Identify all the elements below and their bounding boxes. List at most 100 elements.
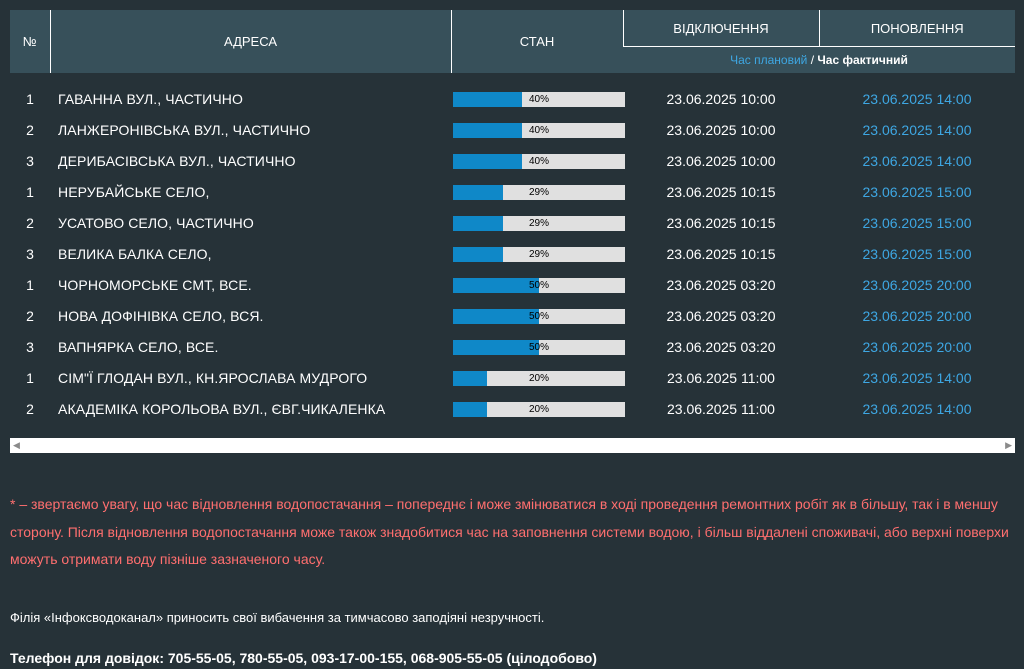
row-restore-time: 23.06.2025 20:00 xyxy=(862,338,972,355)
progress-label: 40% xyxy=(528,125,549,136)
row-number: 3 xyxy=(26,152,34,169)
row-restore-time: 23.06.2025 14:00 xyxy=(862,400,972,417)
table-row: 2 УСАТОВО СЕЛО, ЧАСТИЧНО 29% 23.06.2025 10:… xyxy=(10,207,1015,238)
table-row: 2 НОВА ДОФІНІВКА СЕЛО, ВСЯ. 50% 23.06.2025 … xyxy=(10,300,1015,331)
column-header-state: СТАН xyxy=(450,10,623,73)
row-state: 20% xyxy=(451,393,625,424)
row-restore-time: 23.06.2025 20:00 xyxy=(862,276,972,293)
row-address: ГАВАННА ВУЛ., ЧАСТИЧНО xyxy=(58,90,243,107)
row-outage-time: 23.06.2025 03:20 xyxy=(666,338,776,355)
progress-label: 20% xyxy=(528,373,549,384)
restoration-notice: * – звертаємо увагу, що час відновлення … xyxy=(10,496,1009,567)
row-outage-time: 23.06.2025 10:00 xyxy=(666,121,776,138)
progress-label: 50% xyxy=(528,280,549,291)
table-row: 3 ВЕЛИКА БАЛКА СЕЛО, 29% 23.06.2025 10:15 23… xyxy=(10,238,1015,269)
row-outage-time: 23.06.2025 11:00 xyxy=(667,400,775,417)
time-legend: Час плановий / Час фактичний xyxy=(623,46,1015,73)
row-state: 40% xyxy=(451,114,625,145)
row-restore-time: 23.06.2025 15:00 xyxy=(862,214,972,231)
table-header: № АДРЕСА СТАН ВІДКЛЮЧЕННЯ ПОНОВЛЕННЯ Час… xyxy=(10,10,1015,73)
row-state: 50% xyxy=(451,269,625,300)
legend-planned-time: Час плановий xyxy=(730,53,808,67)
row-number: 1 xyxy=(26,369,34,386)
progress-bar: 50% xyxy=(453,309,625,324)
column-header-num: № xyxy=(10,10,50,73)
row-address: ЛАНЖЕРОНІВСЬКА ВУЛ., ЧАСТИЧНО xyxy=(58,121,311,138)
row-address: АКАДЕМІКА КОРОЛЬОВА ВУЛ., ЄВГ.ЧИКАЛЕНКА xyxy=(58,400,386,417)
row-address: НЕРУБАЙСЬКЕ СЕЛО, xyxy=(58,183,210,200)
row-restore-time: 23.06.2025 14:00 xyxy=(862,90,972,107)
row-outage-time: 23.06.2025 03:20 xyxy=(666,276,776,293)
row-state: 29% xyxy=(451,176,625,207)
row-restore-time: 23.06.2025 14:00 xyxy=(862,369,972,386)
progress-label: 29% xyxy=(528,249,549,260)
table-row: 2 АКАДЕМІКА КОРОЛЬОВА ВУЛ., ЄВГ.ЧИКАЛЕНКА… xyxy=(10,393,1015,424)
row-address: ЧОРНОМОРСЬКЕ СМТ, ВСЕ. xyxy=(58,276,252,293)
row-state: 20% xyxy=(451,362,625,393)
table-row: 3 ДЕРИБАСІВСЬКА ВУЛ., ЧАСТИЧНО 40% 23.06.20… xyxy=(10,145,1015,176)
row-number: 2 xyxy=(26,400,34,417)
row-address: ДЕРИБАСІВСЬКА ВУЛ., ЧАСТИЧНО xyxy=(58,152,296,169)
phone-info: Телефон для довідок: 705-55-05, 780-55-0… xyxy=(10,650,597,666)
table-row: 1 ЧОРНОМОРСЬКЕ СМТ, ВСЕ. 50% 23.06.2025 03:… xyxy=(10,269,1015,300)
progress-bar: 29% xyxy=(453,185,625,200)
row-address: УСАТОВО СЕЛО, ЧАСТИЧНО xyxy=(58,214,254,231)
table-row: 1 НЕРУБАЙСЬКЕ СЕЛО, 29% 23.06.2025 10:15 23.… xyxy=(10,176,1015,207)
row-restore-time: 23.06.2025 15:00 xyxy=(862,183,972,200)
row-restore-time: 23.06.2025 15:00 xyxy=(862,245,972,262)
row-number: 1 xyxy=(26,90,34,107)
progress-bar: 50% xyxy=(453,340,625,355)
row-number: 3 xyxy=(26,338,34,355)
row-state: 40% xyxy=(451,145,625,176)
row-outage-time: 23.06.2025 10:00 xyxy=(666,90,776,107)
progress-bar: 29% xyxy=(453,247,625,262)
arrow-right-icon[interactable]: ▶ xyxy=(1005,438,1012,453)
progress-bar: 40% xyxy=(453,92,625,107)
row-outage-time: 23.06.2025 03:20 xyxy=(666,307,776,324)
row-outage-time: 23.06.2025 10:15 xyxy=(666,214,776,231)
table-row: 1 СІМ"Ї ГЛОДАН ВУЛ., КН.ЯРОСЛАВА МУДРОГО 2… xyxy=(10,362,1015,393)
progress-label: 40% xyxy=(528,94,549,105)
legend-actual-time: Час фактичний xyxy=(817,53,908,67)
progress-label: 29% xyxy=(528,187,549,198)
row-outage-time: 23.06.2025 10:00 xyxy=(666,152,776,169)
outage-table-container: № АДРЕСА СТАН ВІДКЛЮЧЕННЯ ПОНОВЛЕННЯ Час… xyxy=(10,10,1015,424)
outage-table: № АДРЕСА СТАН ВІДКЛЮЧЕННЯ ПОНОВЛЕННЯ Час… xyxy=(10,10,1015,424)
table-body: 1 ГАВАННА ВУЛ., ЧАСТИЧНО 40% 23.06.2025 10:… xyxy=(10,73,1015,424)
row-restore-time: 23.06.2025 14:00 xyxy=(862,121,972,138)
table-row: 2 ЛАНЖЕРОНІВСЬКА ВУЛ., ЧАСТИЧНО 40% 23.06.2… xyxy=(10,114,1015,145)
column-header-restore: ПОНОВЛЕННЯ xyxy=(818,10,1015,47)
progress-bar: 20% xyxy=(453,371,625,386)
row-state: 29% xyxy=(451,207,625,238)
row-state: 50% xyxy=(451,331,625,362)
row-number: 1 xyxy=(26,276,34,293)
row-number: 1 xyxy=(26,183,34,200)
horizontal-scrollbar[interactable]: ◀ ▶ xyxy=(10,438,1015,453)
table-row: 1 ГАВАННА ВУЛ., ЧАСТИЧНО 40% 23.06.2025 10:… xyxy=(10,73,1015,114)
row-number: 3 xyxy=(26,245,34,262)
column-header-outage: ВІДКЛЮЧЕННЯ xyxy=(622,10,819,47)
row-number: 2 xyxy=(26,121,34,138)
row-address: ВАПНЯРКА СЕЛО, ВСЕ. xyxy=(58,338,219,355)
table-row: 3 ВАПНЯРКА СЕЛО, ВСЕ. 50% 23.06.2025 03:20 2… xyxy=(10,331,1015,362)
row-outage-time: 23.06.2025 11:00 xyxy=(667,369,775,386)
progress-bar: 20% xyxy=(453,402,625,417)
row-state: 29% xyxy=(451,238,625,269)
progress-label: 50% xyxy=(528,311,549,322)
row-restore-time: 23.06.2025 20:00 xyxy=(862,307,972,324)
row-outage-time: 23.06.2025 10:15 xyxy=(666,245,776,262)
progress-bar: 40% xyxy=(453,123,625,138)
row-address: СІМ"Ї ГЛОДАН ВУЛ., КН.ЯРОСЛАВА МУДРОГО xyxy=(58,369,368,386)
row-number: 2 xyxy=(26,214,34,231)
progress-label: 50% xyxy=(528,342,549,353)
row-address: НОВА ДОФІНІВКА СЕЛО, ВСЯ. xyxy=(58,307,264,324)
row-state: 50% xyxy=(451,300,625,331)
row-address: ВЕЛИКА БАЛКА СЕЛО, xyxy=(58,245,212,262)
progress-label: 29% xyxy=(528,218,549,229)
row-number: 2 xyxy=(26,307,34,324)
arrow-left-icon[interactable]: ◀ xyxy=(13,438,20,453)
apology-text: Філія «Інфоксводоканал» приносить свої в… xyxy=(10,610,545,625)
row-outage-time: 23.06.2025 10:15 xyxy=(666,183,776,200)
legend-separator: / xyxy=(807,53,818,67)
progress-label: 20% xyxy=(528,404,549,415)
